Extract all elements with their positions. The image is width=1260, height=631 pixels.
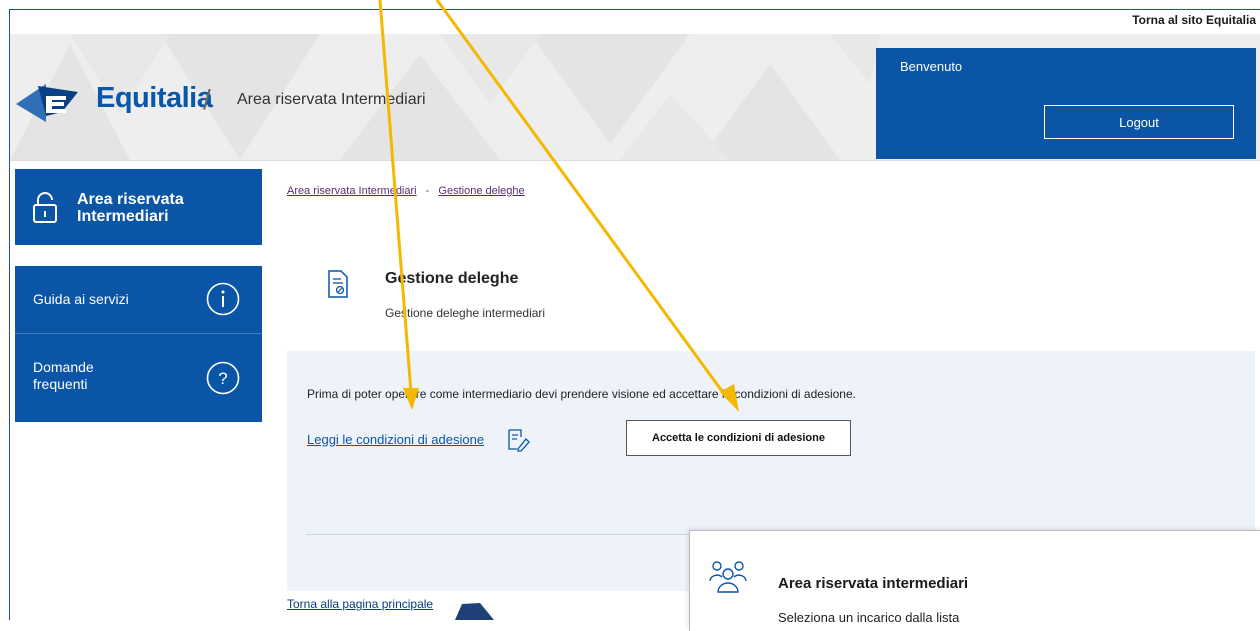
edit-document-icon[interactable] — [508, 429, 530, 453]
page-title: Gestione deleghe — [385, 270, 519, 287]
sidebar-item-label-line-1: Domande — [33, 359, 94, 375]
welcome-text: Benvenuto — [900, 59, 963, 74]
accept-conditions-button[interactable]: Accetta le condizioni di adesione — [626, 420, 851, 456]
popup-title: Area riservata intermediari — [778, 575, 969, 592]
back-to-home-link[interactable]: Torna alla pagina principale — [287, 597, 433, 611]
cursor-shape — [455, 603, 494, 620]
question-icon: ? — [206, 361, 240, 395]
svg-text:?: ? — [218, 369, 227, 388]
breadcrumb-item-area[interactable]: Area riservata Intermediari — [287, 185, 417, 197]
return-to-site-link[interactable]: Torna al sito Equitalia — [1132, 13, 1256, 27]
sidebar-header-label: Area riservata Intermediari — [77, 191, 184, 225]
conditions-notice: Prima di poter operare come intermediari… — [307, 387, 856, 401]
document-icon — [328, 270, 348, 298]
sidebar-item-label-line-2: frequenti — [33, 376, 88, 392]
header-slash: / — [203, 84, 211, 115]
breadcrumb-item-gestione[interactable]: Gestione deleghe — [438, 185, 524, 197]
page-subtitle: Gestione deleghe intermediari — [385, 306, 546, 320]
header-area-title: Area riservata Intermediari — [237, 91, 426, 108]
breadcrumb: Area riservata Intermediari - Gestione d… — [287, 185, 525, 197]
logout-button[interactable]: Logout — [1044, 105, 1234, 139]
sidebar-header-line-2: Intermediari — [77, 208, 169, 225]
sidebar-item-label: Guida ai servizi — [33, 291, 129, 307]
sidebar-item-domande[interactable]: Domande frequenti ? — [15, 334, 262, 401]
popup-subtitle: Seleziona un incarico dalla lista — [778, 610, 960, 625]
sidebar-header-line-1: Area riservata — [77, 191, 184, 208]
equitalia-logo-icon — [16, 84, 78, 122]
sidebar-menu: Guida ai servizi Domande frequenti ? — [15, 266, 262, 422]
breadcrumb-separator: - — [425, 185, 430, 197]
logo-text: Equitalia — [96, 82, 213, 114]
sidebar-header[interactable]: Area riservata Intermediari — [15, 169, 262, 245]
popup-card[interactable]: Area riservata intermediari Seleziona un… — [689, 530, 1260, 631]
info-icon — [206, 282, 240, 316]
sidebar-item-guida[interactable]: Guida ai servizi — [15, 266, 262, 333]
users-icon — [709, 561, 747, 593]
sidebar-item-label: Domande frequenti — [33, 359, 94, 393]
lock-icon — [33, 192, 57, 223]
top-bar: Torna al sito Equitalia — [10, 10, 1260, 34]
user-box: Benvenuto Logout — [876, 48, 1256, 159]
read-conditions-link[interactable]: Leggi le condizioni di adesione — [307, 432, 484, 447]
